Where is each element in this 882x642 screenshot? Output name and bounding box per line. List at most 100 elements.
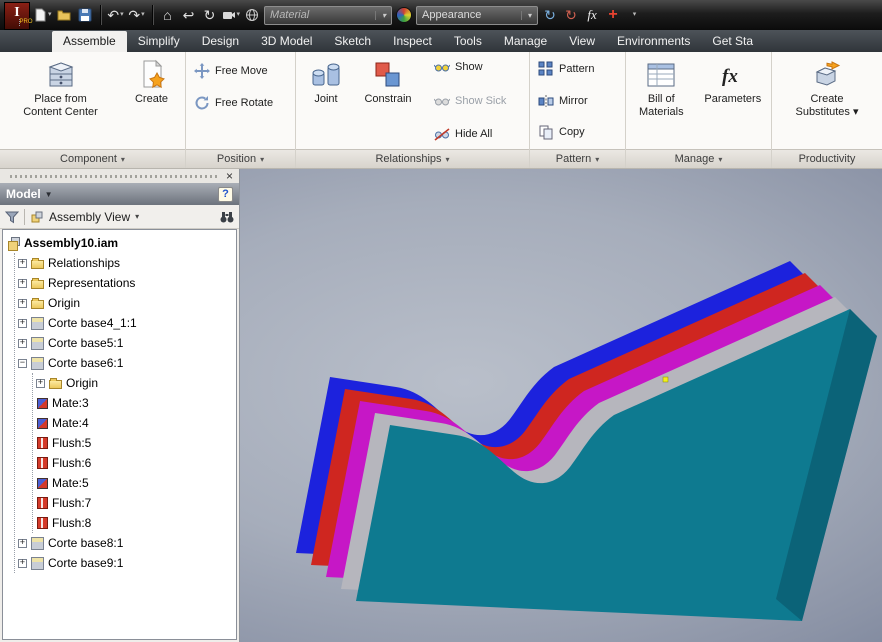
place-from-content-center-button[interactable]: Place from Content Center (5, 55, 117, 146)
constrain-button[interactable]: Constrain (356, 55, 420, 146)
return-button[interactable]: ↩ (180, 4, 198, 26)
tree-item-flush-7[interactable]: Flush:7 (33, 493, 236, 513)
inventor-window: I PRO ▾ ↶ ▾ ↷ ▾ ⌂ ↩ ↻ ▾ Material ▾ Appea… (0, 0, 882, 642)
copy-button[interactable]: Copy (534, 121, 621, 143)
tree-item-flush-6[interactable]: Flush:6 (33, 453, 236, 473)
manage-panel-expander[interactable]: Manage ▾ (626, 149, 771, 168)
tab-manage[interactable]: Manage (493, 31, 558, 52)
tree-item-mate-5[interactable]: Mate:5 (33, 473, 236, 493)
inventor-logo[interactable]: I PRO (4, 2, 33, 30)
relationships-panel-expander[interactable]: Relationships ▾ (296, 149, 529, 168)
tab-simplify[interactable]: Simplify (127, 31, 191, 52)
expand-icon[interactable]: + (18, 318, 27, 328)
pattern-panel-expander[interactable]: Pattern ▾ (530, 149, 625, 168)
expand-icon[interactable]: + (18, 338, 27, 348)
create-component-button[interactable]: Create (123, 55, 181, 146)
expand-icon[interactable]: + (18, 538, 27, 548)
tab-3d-model[interactable]: 3D Model (250, 31, 323, 52)
collapse-icon[interactable]: − (18, 358, 27, 368)
material-swatch-button[interactable] (395, 4, 413, 26)
free-rotate-button[interactable]: Free Rotate (190, 92, 291, 114)
bill-of-materials-button[interactable]: Bill of Materials (630, 55, 693, 146)
tree-item-mate-3[interactable]: Mate:3 (33, 393, 236, 413)
expand-icon[interactable]: + (18, 558, 27, 568)
flush-constraint-icon (37, 517, 48, 529)
show-constraints-button[interactable]: Show (430, 56, 510, 78)
tab-view[interactable]: View (558, 31, 606, 52)
close-icon[interactable]: × (224, 170, 235, 182)
tree-item-origin[interactable]: + Origin (15, 293, 236, 313)
help-button[interactable]: ? (218, 186, 233, 202)
show-sick-button[interactable]: Show Sick (430, 90, 510, 112)
open-button[interactable] (55, 4, 73, 26)
productivity-panel-expander[interactable]: Productivity (772, 149, 882, 168)
return-icon: ↩ (182, 7, 195, 23)
pattern-button[interactable]: Pattern (534, 58, 621, 80)
expand-icon[interactable]: + (18, 278, 27, 288)
tree-item-relationships[interactable]: + Relationships (15, 253, 236, 273)
viewport[interactable] (240, 169, 882, 642)
view-mode-select[interactable]: Assembly View (49, 210, 130, 224)
joint-button[interactable]: Joint (300, 55, 352, 146)
search-binoculars-icon[interactable] (220, 210, 234, 224)
browser-dock-bar[interactable]: × (0, 169, 239, 183)
expand-icon[interactable]: + (18, 298, 27, 308)
create-substitutes-button[interactable]: Create Substitutes ▾ (788, 55, 866, 146)
free-move-button[interactable]: Free Move (190, 60, 291, 82)
parameters-quick-button[interactable]: fx (583, 4, 601, 26)
add-to-toolbar-button[interactable]: + (604, 4, 622, 26)
undo-button[interactable]: ↶ ▾ (107, 4, 125, 26)
world-button[interactable] (243, 4, 261, 26)
tree-item-corte-base6[interactable]: − Corte base6:1 (15, 353, 236, 373)
new-file-button[interactable]: ▾ (33, 4, 52, 26)
material-select[interactable]: Material ▾ (264, 5, 393, 25)
expand-icon[interactable]: + (36, 378, 45, 388)
hide-all-button[interactable]: Hide All (430, 123, 510, 145)
toolbar-overflow-button[interactable]: ▾ (625, 4, 643, 26)
appearance-select[interactable]: Appearance ▾ (416, 5, 539, 25)
tree-item-mate-4[interactable]: Mate:4 (33, 413, 236, 433)
tree-item-corte-base8[interactable]: + Corte base8:1 (15, 533, 236, 553)
tree-item-corte-base5[interactable]: + Corte base5:1 (15, 333, 236, 353)
tab-assemble[interactable]: Assemble (52, 31, 127, 52)
undo-icon: ↶ (107, 7, 120, 23)
mirror-button[interactable]: Mirror (534, 90, 621, 112)
tab-environments[interactable]: Environments (606, 31, 701, 52)
component-panel-expander[interactable]: Component ▾ (0, 149, 185, 168)
free-move-icon (194, 63, 210, 79)
clear-appearance-button[interactable]: ↻ (562, 4, 580, 26)
filter-icon[interactable] (5, 210, 19, 224)
chevron-down-icon[interactable]: ▾ (135, 212, 139, 221)
tree-item-root[interactable]: Assembly10.iam (5, 233, 236, 253)
model-tree: Assembly10.iam + Relationships + Represe… (2, 229, 237, 640)
tree-item-flush-8[interactable]: Flush:8 (33, 513, 236, 533)
mate-constraint-icon (37, 397, 48, 409)
hide-all-icon (434, 128, 450, 141)
create-substitutes-icon (815, 61, 841, 86)
tree-item-origin-sub[interactable]: + Origin (33, 373, 236, 393)
parameters-button[interactable]: fx Parameters (699, 55, 767, 146)
flush-constraint-icon (37, 497, 48, 509)
tab-design[interactable]: Design (191, 31, 250, 52)
tab-get-started[interactable]: Get Sta (701, 31, 764, 52)
part-icon (31, 556, 44, 570)
tab-inspect[interactable]: Inspect (382, 31, 443, 52)
part-icon (31, 356, 44, 370)
chevron-down-icon: ▾ (595, 154, 600, 164)
camera-icon (222, 12, 235, 19)
tab-tools[interactable]: Tools (443, 31, 493, 52)
tree-item-representations[interactable]: + Representations (15, 273, 236, 293)
tree-item-corte-base4[interactable]: + Corte base4_1:1 (15, 313, 236, 333)
home-button[interactable]: ⌂ (159, 4, 177, 26)
save-button[interactable] (76, 4, 94, 26)
adjust-appearance-button[interactable]: ↻ (541, 4, 559, 26)
position-panel-expander[interactable]: Position ▾ (186, 149, 295, 168)
redo-button[interactable]: ↷ ▾ (128, 4, 146, 26)
tree-item-flush-5[interactable]: Flush:5 (33, 433, 236, 453)
tab-sketch[interactable]: Sketch (323, 31, 382, 52)
expand-icon[interactable]: + (18, 258, 27, 268)
tree-item-corte-base9[interactable]: + Corte base9:1 (15, 553, 236, 573)
browser-title-bar[interactable]: Model ▼ ? (0, 183, 239, 205)
update-button[interactable]: ↻ (201, 4, 219, 26)
camera-view-button[interactable]: ▾ (222, 4, 240, 26)
